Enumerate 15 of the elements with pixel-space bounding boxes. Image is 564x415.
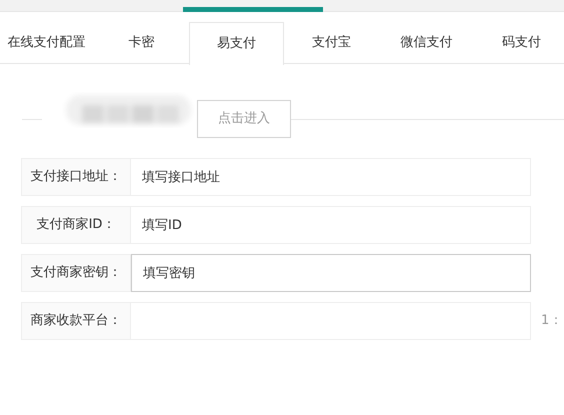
input-field[interactable]: 填写密钥 (131, 254, 531, 292)
field-label: 商家收款平台： (21, 302, 131, 340)
tab[interactable]: 在线支付配置 (0, 22, 94, 63)
tab[interactable]: 卡密 (94, 22, 189, 63)
tab[interactable]: 易支付 (189, 22, 284, 65)
field-label: 支付接口地址： (21, 158, 131, 196)
hint-text: 1： (541, 312, 562, 330)
input-field[interactable]: 填写ID (131, 206, 531, 244)
field-label: 支付商家密钥： (21, 254, 131, 292)
input-field[interactable]: 填写接口地址 (131, 158, 531, 196)
tab[interactable]: 微信支付 (379, 22, 474, 63)
tab[interactable]: 支付宝 (284, 22, 379, 63)
field-label: 支付商家ID： (21, 206, 131, 244)
tab[interactable]: 码支付 (474, 22, 564, 63)
scrollbar-thumb[interactable] (183, 7, 323, 12)
